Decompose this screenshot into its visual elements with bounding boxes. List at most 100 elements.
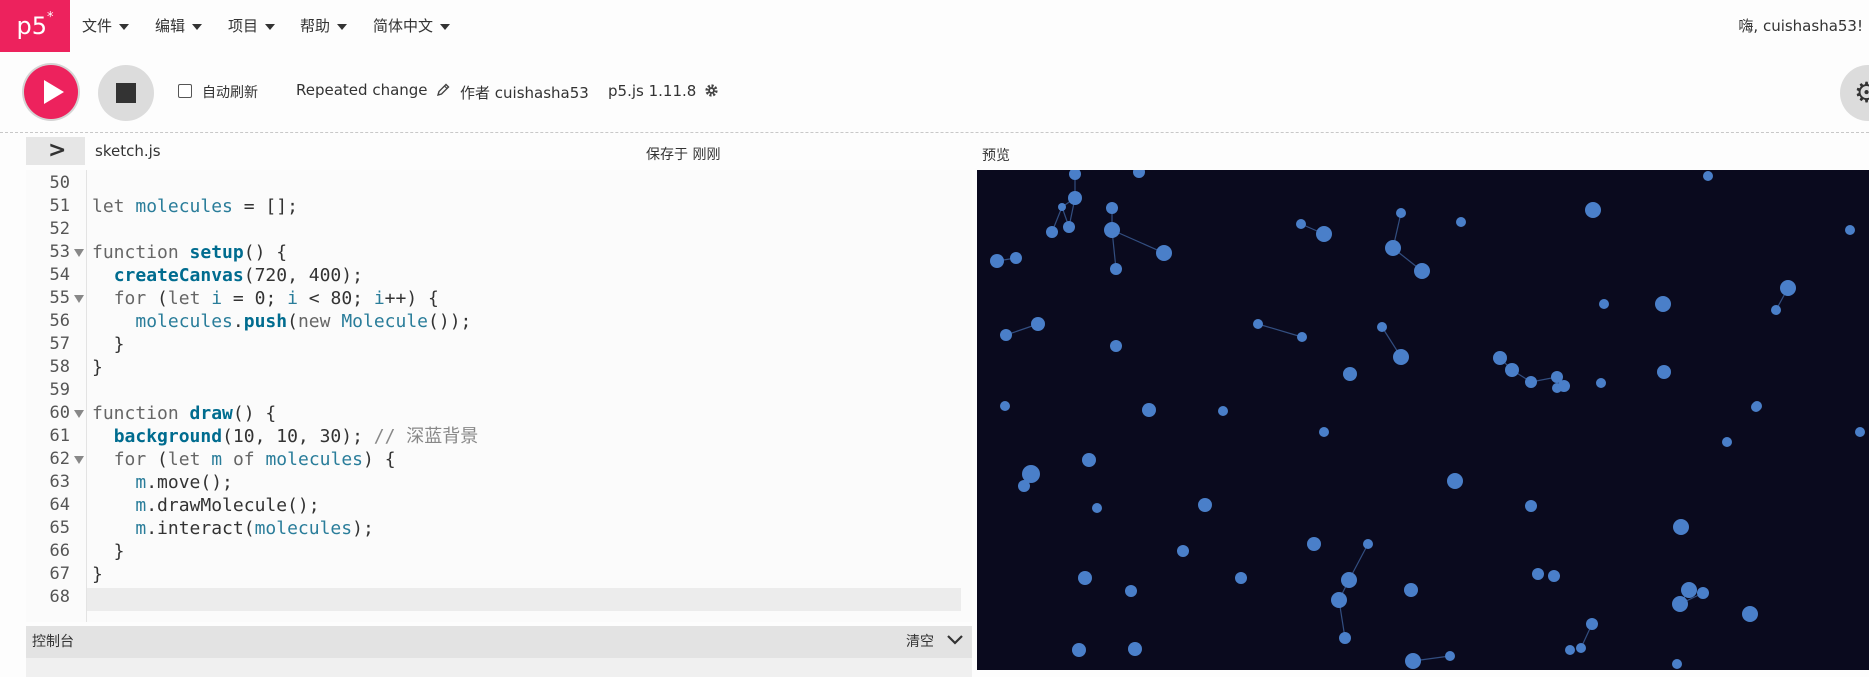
molecule-dot — [1505, 363, 1519, 377]
file-tab-sketch[interactable]: sketch.js — [95, 142, 161, 160]
console-collapse-button[interactable] — [946, 630, 964, 651]
toolbar: 自动刷新 Repeated change 作者 cuishasha53 p5.j… — [0, 52, 1869, 133]
chevron-down-icon — [119, 23, 130, 30]
stop-button[interactable] — [98, 65, 154, 121]
auto-refresh-toggle[interactable]: 自动刷新 — [178, 83, 258, 103]
version-label[interactable]: p5.js 1.11.8 — [608, 82, 719, 100]
console-clear-button[interactable]: 清空 — [906, 626, 934, 658]
play-icon — [44, 80, 64, 104]
menu-file-label: 文件 — [82, 17, 113, 35]
gear-icon[interactable] — [704, 83, 719, 98]
code-editor[interactable]: 50 51 52 53 54 55 56 57 58 59 60 61 62 63 64 65 66 67 68 l… — [26, 170, 972, 622]
p5-logo[interactable]: p5* — [0, 0, 70, 52]
project-name[interactable]: Repeated change — [296, 81, 450, 99]
chevron-right-icon: > — [48, 138, 67, 163]
menu-edit[interactable]: 编辑 — [155, 0, 203, 52]
code-line[interactable]: m.drawMolecule(); — [92, 494, 319, 517]
line-number: 64 — [49, 495, 70, 515]
molecule-dot — [1558, 380, 1570, 392]
auto-refresh-checkbox[interactable] — [178, 84, 192, 98]
code-line[interactable]: function draw() { — [92, 402, 276, 425]
fold-arrow-icon[interactable] — [74, 456, 84, 464]
molecule-dot — [1046, 226, 1058, 238]
logo-text: p5 — [16, 12, 47, 40]
molecule-dot — [1681, 582, 1697, 598]
code-line[interactable]: } — [92, 356, 103, 379]
code-line[interactable]: } — [92, 563, 103, 586]
code-line[interactable]: createCanvas(720, 400); — [92, 264, 363, 287]
pencil-icon[interactable] — [437, 83, 450, 97]
line-number: 55 — [49, 288, 70, 308]
line-number: 60 — [49, 403, 70, 423]
code-line[interactable]: m.interact(molecules); — [92, 517, 373, 540]
molecule-dot — [1110, 263, 1122, 275]
molecule-dot — [1058, 203, 1066, 211]
molecule-dot — [1339, 632, 1351, 644]
molecule-dot — [1063, 221, 1075, 233]
console-output[interactable] — [26, 658, 972, 677]
logo-asterisk: * — [47, 10, 54, 25]
code-line[interactable]: } — [92, 540, 125, 563]
code-line[interactable]: let molecules = []; — [92, 195, 298, 218]
code-line[interactable]: background(10, 10, 30); // 深蓝背景 — [92, 425, 479, 448]
molecule-dot — [1405, 653, 1421, 669]
molecule-dot — [1565, 645, 1575, 655]
molecule-dot — [1125, 585, 1137, 597]
project-name-text: Repeated change — [296, 81, 428, 99]
menu-project[interactable]: 项目 — [228, 0, 276, 52]
line-number: 67 — [49, 564, 70, 584]
line-number: 52 — [49, 219, 70, 239]
molecule-dot — [1128, 642, 1142, 656]
sketch-preview-canvas[interactable] — [977, 166, 1869, 670]
menu-help[interactable]: 帮助 — [300, 0, 348, 52]
menu-file[interactable]: 文件 — [82, 0, 130, 52]
fold-arrow-icon[interactable] — [74, 249, 84, 257]
code-line[interactable]: for (let i = 0; i < 80; i++) { — [92, 287, 439, 310]
code-line[interactable]: for (let m of molecules) { — [92, 448, 396, 471]
molecule-dot — [1078, 571, 1092, 585]
stop-icon — [116, 83, 136, 103]
line-number: 63 — [49, 472, 70, 492]
save-status: 保存于 刚刚 — [646, 147, 721, 163]
molecule-dot — [1177, 545, 1189, 557]
molecule-dot — [1156, 245, 1172, 261]
chevron-down-icon — [265, 23, 276, 30]
line-number: 56 — [49, 311, 70, 331]
molecule-dot — [1548, 570, 1560, 582]
author-label[interactable]: 作者 cuishasha53 — [460, 82, 589, 103]
molecule-dot — [1752, 401, 1762, 411]
molecule-dot — [1363, 539, 1373, 549]
line-number: 66 — [49, 541, 70, 561]
code-line[interactable]: } — [92, 333, 125, 356]
play-button[interactable] — [24, 65, 78, 119]
molecule-dot — [1672, 659, 1682, 669]
sidebar-toggle-button[interactable]: > — [26, 137, 85, 165]
molecule-dot — [1253, 319, 1263, 329]
molecule-dot — [1198, 498, 1212, 512]
molecule-dot — [1069, 168, 1081, 180]
settings-button[interactable]: ⚙ — [1840, 65, 1869, 121]
molecule-dot — [1018, 480, 1030, 492]
fold-arrow-icon[interactable] — [74, 295, 84, 303]
molecule-dot — [1855, 427, 1865, 437]
console-header: 控制台 清空 — [26, 626, 972, 658]
molecule-dot — [1525, 376, 1537, 388]
fold-arrow-icon[interactable] — [74, 410, 84, 418]
molecule-dot — [1106, 202, 1118, 214]
molecule-dot — [1133, 166, 1145, 178]
active-line-highlight — [26, 588, 961, 611]
molecule-dot — [1845, 225, 1855, 235]
molecule-dot — [1341, 572, 1357, 588]
user-greeting[interactable]: 嗨, cuishasha53! — [1738, 0, 1863, 52]
menu-language[interactable]: 简体中文 — [373, 0, 451, 52]
code-line[interactable]: m.move(); — [92, 471, 233, 494]
molecule-dot — [1110, 340, 1122, 352]
code-line[interactable]: function setup() { — [92, 241, 287, 264]
code-line[interactable]: molecules.push(new Molecule()); — [92, 310, 471, 333]
molecule-dot — [1319, 427, 1329, 437]
molecule-canvas — [990, 166, 1865, 669]
line-number: 65 — [49, 518, 70, 538]
molecule-dot — [990, 254, 1004, 268]
menu-help-label: 帮助 — [300, 17, 331, 35]
molecule-dot — [1596, 378, 1606, 388]
